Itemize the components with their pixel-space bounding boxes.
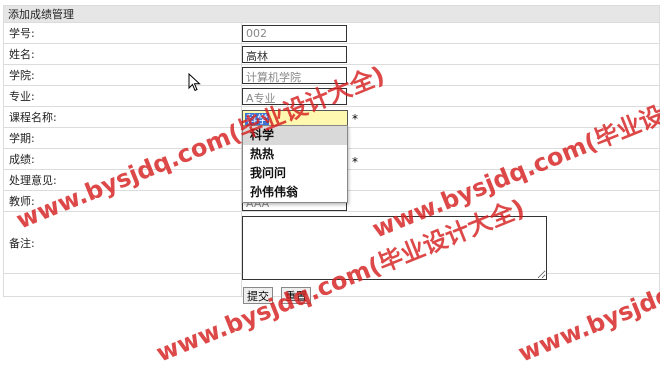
course-label: 课程名称: [3,106,242,128]
teacher-label: 教师: [3,190,242,212]
student-id-label: 学号: [3,22,242,44]
term-label: 学期: [3,127,242,149]
name-label: 姓名: [3,43,242,65]
reset-button[interactable]: 重置 [281,287,311,304]
form-title: 添加成绩管理 [3,5,660,23]
college-label: 学院: [3,64,242,86]
opinion-label: 处理意见: [3,169,242,191]
score-required-mark: * [352,155,358,169]
course-option[interactable]: 科学 [243,126,347,145]
college-field[interactable]: 计算机学院 [242,67,347,84]
course-option[interactable]: 我问问 [243,164,347,183]
course-required-mark: * [352,112,358,126]
major-field[interactable]: A专业 [242,88,347,105]
major-label: 专业: [3,85,242,107]
score-label: 成绩: [3,148,242,170]
course-option[interactable]: 孙伟伟翁 [243,183,347,202]
submit-button[interactable]: 提交 [243,287,273,304]
remark-textarea[interactable] [242,216,547,280]
remark-label: 备注: [3,211,242,274]
student-id-field[interactable]: 002 [242,25,347,42]
mouse-cursor-icon [188,73,201,92]
course-select[interactable]: 科学 [242,110,348,126]
name-field[interactable]: 高林 [242,46,347,63]
course-dropdown-list: 科学 热热 我问问 孙伟伟翁 [242,125,348,203]
course-option[interactable]: 热热 [243,145,347,164]
